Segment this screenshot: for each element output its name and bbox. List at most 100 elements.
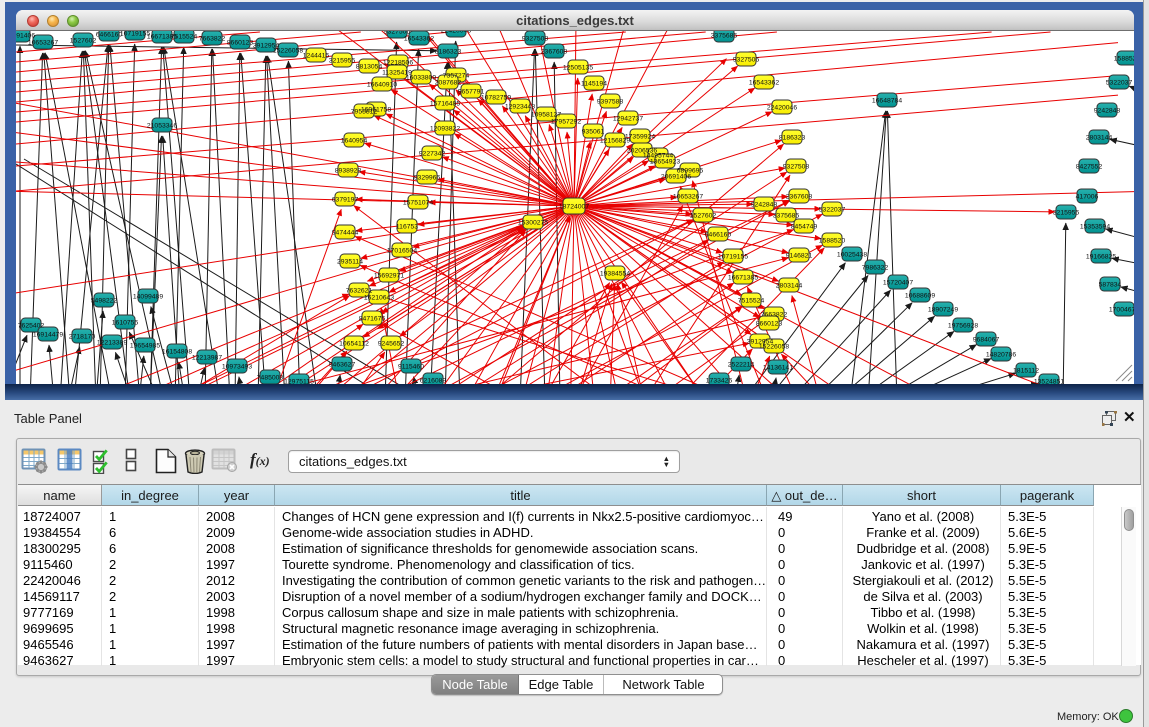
svg-text:1588520: 1588520 xyxy=(1114,56,1134,63)
svg-text:3215955: 3215955 xyxy=(329,58,356,65)
svg-text:15692971: 15692971 xyxy=(374,273,404,280)
svg-text:12213389: 12213389 xyxy=(97,340,127,347)
svg-text:17016504: 17016504 xyxy=(387,248,417,255)
svg-text:7357274: 7357274 xyxy=(443,73,470,80)
svg-text:1145194: 1145194 xyxy=(581,81,607,88)
svg-text:17004676: 17004676 xyxy=(1109,307,1134,314)
svg-text:6216089: 6216089 xyxy=(420,378,447,385)
svg-text:935061: 935061 xyxy=(582,129,605,136)
svg-text:18724007: 18724007 xyxy=(559,204,589,211)
svg-text:587834: 587834 xyxy=(1099,282,1122,289)
svg-text:8471676: 8471676 xyxy=(359,316,386,323)
svg-text:9474444: 9474444 xyxy=(332,230,359,237)
svg-text:8186323: 8186323 xyxy=(435,49,462,56)
svg-text:8660123: 8660123 xyxy=(227,40,254,47)
svg-text:15720407: 15720407 xyxy=(883,280,913,287)
svg-text:12218506: 12218506 xyxy=(383,60,413,67)
svg-text:7485003: 7485003 xyxy=(257,375,284,382)
svg-text:10654112: 10654112 xyxy=(339,341,369,348)
svg-text:10653267: 10653267 xyxy=(673,194,703,201)
svg-text:2367608: 2367608 xyxy=(786,194,813,201)
svg-text:9327508: 9327508 xyxy=(522,36,549,43)
svg-text:22420046: 22420046 xyxy=(767,105,797,112)
svg-text:19756928: 19756928 xyxy=(948,323,978,330)
svg-text:12975115: 12975115 xyxy=(284,379,314,385)
svg-text:5498222: 5498222 xyxy=(91,298,118,305)
svg-text:16648784: 16648784 xyxy=(872,98,902,105)
svg-text:17957292: 17957292 xyxy=(551,119,581,126)
svg-text:12923448: 12923448 xyxy=(505,104,535,111)
svg-text:22420046: 22420046 xyxy=(441,31,471,35)
svg-text:116753: 116753 xyxy=(396,224,418,231)
svg-text:15716485: 15716485 xyxy=(430,101,460,108)
svg-text:2367608: 2367608 xyxy=(541,49,568,56)
svg-text:9329966: 9329966 xyxy=(414,175,441,182)
svg-text:18907249: 18907249 xyxy=(928,307,958,314)
svg-text:10958127: 10958127 xyxy=(531,112,561,119)
svg-text:8660123: 8660123 xyxy=(756,321,783,328)
svg-text:16543362: 16543362 xyxy=(404,36,434,43)
svg-text:7515524: 7515524 xyxy=(738,298,765,305)
svg-text:9327508: 9327508 xyxy=(783,164,810,171)
svg-text:9463627: 9463627 xyxy=(329,362,356,369)
svg-text:8427552: 8427552 xyxy=(1076,164,1103,171)
svg-text:20691406: 20691406 xyxy=(16,33,35,40)
svg-text:2935114: 2935114 xyxy=(337,259,363,266)
svg-text:14136141: 14136141 xyxy=(763,365,793,372)
svg-text:14099489: 14099489 xyxy=(133,294,163,301)
svg-text:6379197: 6379197 xyxy=(332,197,359,204)
svg-text:2803144: 2803144 xyxy=(1086,135,1113,142)
svg-text:10025438: 10025438 xyxy=(837,252,867,259)
svg-text:16543362: 16543362 xyxy=(749,80,779,87)
svg-text:6466160: 6466160 xyxy=(705,232,732,239)
svg-text:2803144: 2803144 xyxy=(776,283,803,290)
svg-text:7625402: 7625402 xyxy=(18,323,45,330)
svg-text:14820786: 14820786 xyxy=(986,352,1016,359)
svg-text:15226058: 15226058 xyxy=(759,344,789,351)
svg-text:19654985: 19654985 xyxy=(130,343,160,350)
svg-text:3375685: 3375685 xyxy=(773,213,800,220)
svg-text:5322037: 5322037 xyxy=(819,207,846,214)
svg-text:9242848: 9242848 xyxy=(751,202,778,209)
svg-text:9146821: 9146821 xyxy=(786,253,813,260)
svg-text:9242848: 9242848 xyxy=(1094,108,1121,115)
svg-text:7663822: 7663822 xyxy=(761,312,788,319)
svg-text:15353594: 15353594 xyxy=(1080,224,1110,231)
svg-text:1815112: 1815112 xyxy=(1013,368,1039,375)
svg-text:16671385: 16671385 xyxy=(728,275,758,282)
svg-text:9115460: 9115460 xyxy=(398,364,424,371)
svg-text:16154808: 16154808 xyxy=(162,349,192,356)
svg-text:10653267: 10653267 xyxy=(28,40,58,47)
svg-text:10782759: 10782759 xyxy=(481,95,511,102)
svg-text:7955812: 7955812 xyxy=(351,109,378,116)
svg-text:12505135: 12505135 xyxy=(563,65,593,72)
svg-text:12213987: 12213987 xyxy=(192,355,222,362)
svg-text:15226058: 15226058 xyxy=(273,48,303,55)
svg-text:1244415: 1244415 xyxy=(303,53,330,60)
svg-text:9397588: 9397588 xyxy=(597,99,624,106)
svg-text:12942737: 12942737 xyxy=(613,116,643,123)
svg-text:1527602: 1527602 xyxy=(70,38,97,45)
svg-text:2087682: 2087682 xyxy=(435,80,462,87)
svg-text:7632621: 7632621 xyxy=(346,288,373,295)
svg-text:10719155: 10719155 xyxy=(120,31,150,38)
svg-text:17359924: 17359924 xyxy=(625,134,655,141)
svg-text:9227342: 9227342 xyxy=(419,151,446,158)
svg-text:7986322: 7986322 xyxy=(862,265,889,272)
svg-text:1733426: 1733426 xyxy=(706,378,733,385)
svg-text:3215955: 3215955 xyxy=(1053,210,1080,217)
svg-text:9245652: 9245652 xyxy=(378,341,405,348)
svg-text:2718170: 2718170 xyxy=(69,334,96,341)
svg-text:15751074: 15751074 xyxy=(403,200,433,207)
svg-text:19384554: 19384554 xyxy=(600,271,630,278)
svg-text:1610755: 1610755 xyxy=(112,320,139,327)
svg-text:16640910: 16640910 xyxy=(367,82,397,89)
svg-text:13524851: 13524851 xyxy=(1034,379,1064,385)
svg-text:9327506: 9327506 xyxy=(733,57,760,64)
svg-text:10719155: 10719155 xyxy=(718,254,748,261)
svg-text:20691406: 20691406 xyxy=(661,174,691,181)
svg-text:10688609: 10688609 xyxy=(905,293,935,300)
svg-text:19166825: 19166825 xyxy=(1086,254,1116,261)
svg-text:8454749: 8454749 xyxy=(791,224,818,231)
svg-text:8813054: 8813054 xyxy=(356,64,383,71)
